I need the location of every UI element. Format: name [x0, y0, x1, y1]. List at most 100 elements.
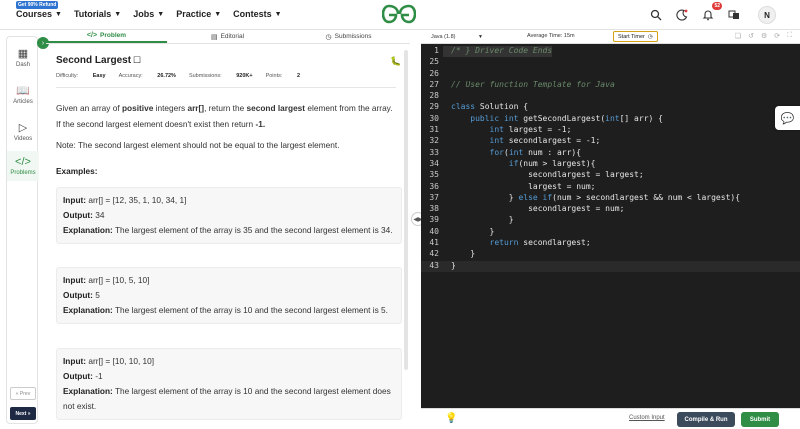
example-output: 5	[95, 290, 100, 300]
copy-icon[interactable]: ❏	[735, 32, 741, 40]
chevron-down-icon: ▼	[274, 10, 282, 18]
code-line: 1/* } Driver Code Ends	[421, 46, 800, 58]
refresh-icon[interactable]: ⟳	[774, 32, 780, 40]
nav-tutorials[interactable]: Tutorials ▼	[74, 9, 121, 19]
promo-badge[interactable]: Get 90% Refund	[16, 1, 59, 9]
rail-item-dash[interactable]: ▦ Dash	[7, 45, 39, 70]
compile-run-button[interactable]: Compile & Run	[677, 412, 735, 427]
fullscreen-icon[interactable]: ⛶	[787, 32, 792, 40]
tab-problem[interactable]: </> Problem	[46, 30, 167, 43]
code-line: 36 largest = num;	[429, 181, 596, 191]
nav-contests[interactable]: Contests ▼	[233, 9, 281, 19]
code-icon: </>	[86, 32, 98, 39]
prev-button[interactable]: « Prev	[10, 387, 36, 400]
code-line: 39 }	[429, 215, 514, 225]
code-line: 42 }	[429, 249, 476, 259]
points-value: 2	[296, 73, 300, 79]
bug-report-icon[interactable]: 🐛	[390, 56, 401, 67]
language-select[interactable]: Java (1.8) ▼	[431, 32, 483, 42]
example-output: -1	[95, 371, 103, 381]
code-lines[interactable]: 1/* } Driver Code Ends 25 26 27// User f…	[421, 46, 800, 272]
bookmark-icon[interactable]: ☐	[133, 55, 141, 65]
example-input: arr[] = [10, 10, 10]	[88, 356, 155, 366]
left-rail: ▦ Dash 📖 Articles ▷ Videos </> Problems …	[6, 36, 39, 424]
problem-description: Given an array of positive integers arr[…	[56, 103, 393, 129]
custom-input-link[interactable]: Custom Input	[629, 415, 665, 421]
settings-icon[interactable]: ⚙	[761, 32, 767, 40]
search-icon[interactable]	[648, 7, 664, 23]
avatar[interactable]: N	[758, 6, 776, 24]
clock-icon: ◷	[325, 33, 332, 41]
dark-mode-icon[interactable]	[674, 7, 690, 23]
example-explanation: The largest element of the array is 35 a…	[114, 225, 393, 235]
divider	[56, 87, 396, 88]
code-line: 30 public int getSecondLargest(int[] arr…	[429, 113, 663, 123]
code-line: 35 secondlargest = largest;	[429, 170, 644, 180]
chevron-down-icon: ▼	[157, 10, 165, 18]
submit-button[interactable]: Submit	[741, 412, 779, 427]
rail-item-videos[interactable]: ▷ Videos	[7, 119, 39, 144]
example-explanation: The largest element of the array is 10 a…	[114, 305, 388, 315]
problem-note: Note: The second largest element should …	[56, 140, 340, 150]
problem-meta: Difficulty: Easy Accuracy: 26.72% Submis…	[56, 73, 300, 79]
code-editor: Java (1.8) ▼ Average Time: 15m Start Time…	[421, 30, 800, 429]
code-line: 34 if(num > largest){	[429, 158, 596, 168]
dashboard-icon: ▦	[17, 48, 29, 60]
translate-icon[interactable]	[726, 7, 742, 23]
example-box: Input: arr[] = [10, 10, 10] Output: -1 E…	[56, 348, 402, 420]
accuracy-value: 26.72%	[157, 73, 176, 79]
gfg-logo[interactable]	[382, 3, 416, 25]
chevron-down-icon: ▼	[214, 10, 222, 18]
example-input: arr[] = [10, 5, 10]	[88, 275, 150, 285]
code-line: 28	[429, 91, 439, 101]
timer-icon: ◷	[647, 33, 653, 40]
panel-scrollbar[interactable]	[404, 50, 408, 370]
code-line: 25	[429, 57, 439, 67]
bell-icon[interactable]: 52	[700, 2, 722, 23]
rail-item-problems[interactable]: </> Problems	[7, 151, 39, 181]
example-output: 34	[95, 210, 105, 220]
code-icon: </>	[15, 156, 31, 168]
example-box: Input: arr[] = [12, 35, 1, 10, 34, 1] Ou…	[56, 187, 402, 244]
chat-icon[interactable]: 💬	[775, 106, 800, 130]
chevron-down-icon: ▼	[114, 10, 122, 18]
code-line: 26	[429, 68, 439, 78]
code-line: 37 } else if(num > secondlargest && num …	[429, 192, 741, 202]
code-line: 41 return secondlargest;	[429, 238, 591, 248]
nav-courses[interactable]: Courses ▼	[16, 9, 62, 19]
document-icon: ▤	[210, 33, 218, 41]
code-line: 32 int secondlargest = -1;	[429, 136, 601, 146]
tab-submissions[interactable]: ◷ Submissions	[288, 30, 409, 43]
chevron-down-icon: ▼	[55, 10, 62, 18]
next-button[interactable]: Next »	[10, 407, 36, 420]
examples-heading: Examples:	[56, 166, 98, 176]
code-line: 29 class Solution {	[429, 102, 529, 112]
example-input: arr[] = [12, 35, 1, 10, 34, 1]	[88, 195, 187, 205]
notification-count: 52	[712, 2, 722, 10]
book-icon: 📖	[16, 85, 30, 97]
editor-footer: 💡 Custom Input Compile & Run Submit	[421, 408, 800, 429]
code-line: 43}	[421, 260, 800, 272]
start-timer-button[interactable]: Start Timer ◷	[613, 31, 658, 42]
code-line: 38 secondlargest = num;	[429, 204, 625, 214]
nav-practice[interactable]: Practice ▼	[176, 9, 221, 19]
example-box: Input: arr[] = [10, 5, 10] Output: 5 Exp…	[56, 267, 402, 324]
lightbulb-icon[interactable]: 💡	[445, 413, 457, 424]
example-explanation: The largest element of the array is 10 a…	[63, 386, 391, 411]
problem-tabs: </> Problem ▤ Editorial ◷ Submissions	[46, 30, 410, 44]
code-line: 31 int largest = -1;	[429, 125, 572, 135]
problem-title: Second Largest ☐	[56, 55, 142, 66]
nav-jobs[interactable]: Jobs ▼	[133, 9, 164, 19]
reset-icon[interactable]: ↺	[748, 32, 754, 40]
problem-panel: </> Problem ▤ Editorial ◷ Submissions Secon…	[46, 30, 410, 429]
tab-editorial[interactable]: ▤ Editorial	[167, 30, 288, 43]
rail-item-articles[interactable]: 📖 Articles	[7, 82, 39, 107]
average-time: Average Time: 15m	[527, 33, 575, 39]
code-line: 33 for(int num : arr){	[429, 147, 582, 157]
code-line: 27// User function Template for Java	[429, 79, 615, 89]
chevron-down-icon: ▼	[478, 34, 483, 40]
code-line: 40 }	[429, 226, 495, 236]
play-icon: ▷	[18, 122, 28, 134]
submissions-value: 920K+	[236, 73, 253, 79]
difficulty-value: Easy	[92, 73, 106, 79]
